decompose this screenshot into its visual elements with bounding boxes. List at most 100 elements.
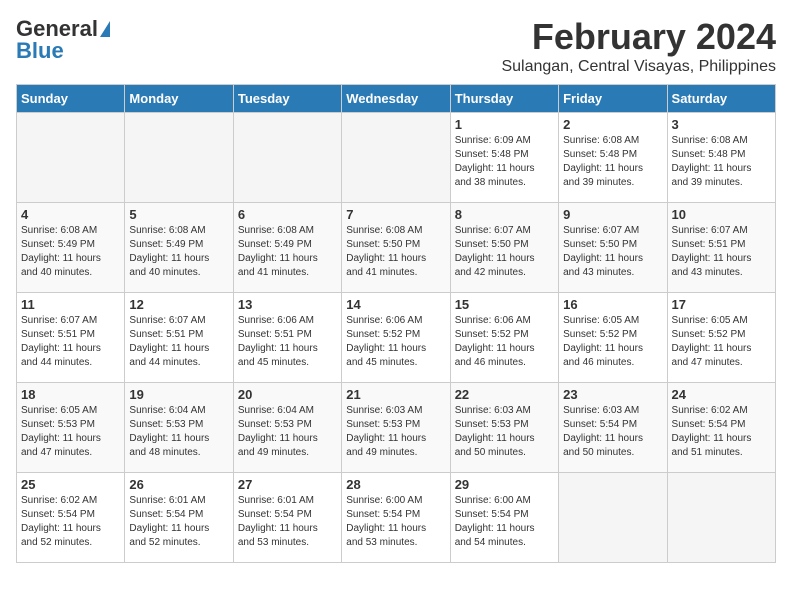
day-number: 17	[672, 297, 771, 312]
day-number: 1	[455, 117, 554, 132]
calendar-cell: 16 Sunrise: 6:05 AM Sunset: 5:52 PM Dayli…	[559, 293, 667, 383]
day-number: 25	[21, 477, 120, 492]
header-day-monday: Monday	[125, 85, 233, 113]
header-day-thursday: Thursday	[450, 85, 558, 113]
calendar-cell: 8 Sunrise: 6:07 AM Sunset: 5:50 PM Daylig…	[450, 203, 558, 293]
day-info: Sunrise: 6:07 AM Sunset: 5:51 PM Dayligh…	[672, 224, 771, 280]
calendar-cell: 20Sunrise: 6:04 AM Sunset: 5:53 PM Dayli…	[233, 383, 341, 473]
day-number: 29	[455, 477, 554, 492]
day-number: 9	[563, 207, 662, 222]
day-info: Sunrise: 6:03 AM Sunset: 5:53 PM Dayligh…	[346, 404, 445, 460]
calendar-cell: 12Sunrise: 6:07 AM Sunset: 5:51 PM Dayli…	[125, 293, 233, 383]
header-day-wednesday: Wednesday	[342, 85, 450, 113]
logo: General Blue	[16, 16, 110, 64]
day-number: 24	[672, 387, 771, 402]
day-number: 4	[21, 207, 120, 222]
calendar-cell: 9 Sunrise: 6:07 AM Sunset: 5:50 PM Daylig…	[559, 203, 667, 293]
day-number: 11	[21, 297, 120, 312]
calendar-cell: 13Sunrise: 6:06 AM Sunset: 5:51 PM Dayli…	[233, 293, 341, 383]
day-info: Sunrise: 6:06 AM Sunset: 5:52 PM Dayligh…	[455, 314, 554, 370]
day-number: 15	[455, 297, 554, 312]
calendar-cell: 26Sunrise: 6:01 AM Sunset: 5:54 PM Dayli…	[125, 473, 233, 563]
day-number: 14	[346, 297, 445, 312]
day-info: Sunrise: 6:01 AM Sunset: 5:54 PM Dayligh…	[129, 494, 228, 550]
day-info: Sunrise: 6:05 AM Sunset: 5:53 PM Dayligh…	[21, 404, 120, 460]
day-info: Sunrise: 6:08 AM Sunset: 5:50 PM Dayligh…	[346, 224, 445, 280]
header-day-friday: Friday	[559, 85, 667, 113]
day-info: Sunrise: 6:05 AM Sunset: 5:52 PM Dayligh…	[672, 314, 771, 370]
calendar-cell: 28 Sunrise: 6:00 AM Sunset: 5:54 PM Dayli…	[342, 473, 450, 563]
day-info: Sunrise: 6:08 AM Sunset: 5:48 PM Dayligh…	[672, 134, 771, 190]
calendar-cell: 11 Sunrise: 6:07 AM Sunset: 5:51 PM Dayli…	[17, 293, 125, 383]
header-day-tuesday: Tuesday	[233, 85, 341, 113]
calendar-cell	[233, 113, 341, 203]
day-number: 5	[129, 207, 228, 222]
header-day-saturday: Saturday	[667, 85, 775, 113]
day-info: Sunrise: 6:00 AM Sunset: 5:54 PM Dayligh…	[346, 494, 445, 550]
calendar-cell: 1 Sunrise: 6:09 AM Sunset: 5:48 PM Daylig…	[450, 113, 558, 203]
calendar-cell: 17 Sunrise: 6:05 AM Sunset: 5:52 PM Dayli…	[667, 293, 775, 383]
calendar-cell	[17, 113, 125, 203]
calendar-header-row: SundayMondayTuesdayWednesdayThursdayFrid…	[17, 85, 776, 113]
day-info: Sunrise: 6:03 AM Sunset: 5:53 PM Dayligh…	[455, 404, 554, 460]
day-number: 3	[672, 117, 771, 132]
day-info: Sunrise: 6:09 AM Sunset: 5:48 PM Dayligh…	[455, 134, 554, 190]
calendar-cell: 25 Sunrise: 6:02 AM Sunset: 5:54 PM Dayli…	[17, 473, 125, 563]
page-title: February 2024	[501, 16, 776, 58]
page-subtitle: Sulangan, Central Visayas, Philippines	[501, 58, 776, 76]
day-info: Sunrise: 6:02 AM Sunset: 5:54 PM Dayligh…	[21, 494, 120, 550]
calendar-cell: 10 Sunrise: 6:07 AM Sunset: 5:51 PM Dayli…	[667, 203, 775, 293]
calendar-cell: 14 Sunrise: 6:06 AM Sunset: 5:52 PM Dayli…	[342, 293, 450, 383]
calendar-week-row: 18 Sunrise: 6:05 AM Sunset: 5:53 PM Dayli…	[17, 383, 776, 473]
calendar-cell: 3 Sunrise: 6:08 AM Sunset: 5:48 PM Daylig…	[667, 113, 775, 203]
day-info: Sunrise: 6:04 AM Sunset: 5:53 PM Dayligh…	[129, 404, 228, 460]
calendar-cell: 2 Sunrise: 6:08 AM Sunset: 5:48 PM Daylig…	[559, 113, 667, 203]
calendar-cell	[667, 473, 775, 563]
day-number: 8	[455, 207, 554, 222]
day-info: Sunrise: 6:07 AM Sunset: 5:51 PM Dayligh…	[21, 314, 120, 370]
day-info: Sunrise: 6:08 AM Sunset: 5:48 PM Dayligh…	[563, 134, 662, 190]
calendar-cell: 4Sunrise: 6:08 AM Sunset: 5:49 PM Daylig…	[17, 203, 125, 293]
day-number: 13	[238, 297, 337, 312]
calendar-cell: 22Sunrise: 6:03 AM Sunset: 5:53 PM Dayli…	[450, 383, 558, 473]
calendar-cell: 6Sunrise: 6:08 AM Sunset: 5:49 PM Daylig…	[233, 203, 341, 293]
calendar-cell: 27Sunrise: 6:01 AM Sunset: 5:54 PM Dayli…	[233, 473, 341, 563]
day-info: Sunrise: 6:07 AM Sunset: 5:51 PM Dayligh…	[129, 314, 228, 370]
calendar-cell: 19Sunrise: 6:04 AM Sunset: 5:53 PM Dayli…	[125, 383, 233, 473]
calendar-cell	[342, 113, 450, 203]
logo-blue: Blue	[16, 38, 64, 64]
calendar-cell: 5 Sunrise: 6:08 AM Sunset: 5:49 PM Daylig…	[125, 203, 233, 293]
calendar-week-row: 25 Sunrise: 6:02 AM Sunset: 5:54 PM Dayli…	[17, 473, 776, 563]
day-number: 23	[563, 387, 662, 402]
calendar-cell	[559, 473, 667, 563]
day-info: Sunrise: 6:05 AM Sunset: 5:52 PM Dayligh…	[563, 314, 662, 370]
day-info: Sunrise: 6:04 AM Sunset: 5:53 PM Dayligh…	[238, 404, 337, 460]
day-info: Sunrise: 6:03 AM Sunset: 5:54 PM Dayligh…	[563, 404, 662, 460]
day-info: Sunrise: 6:06 AM Sunset: 5:52 PM Dayligh…	[346, 314, 445, 370]
day-number: 2	[563, 117, 662, 132]
day-number: 16	[563, 297, 662, 312]
header: General Blue February 2024 Sulangan, Cen…	[16, 16, 776, 76]
calendar-cell: 23 Sunrise: 6:03 AM Sunset: 5:54 PM Dayli…	[559, 383, 667, 473]
title-area: February 2024 Sulangan, Central Visayas,…	[501, 16, 776, 76]
day-number: 28	[346, 477, 445, 492]
calendar-week-row: 11 Sunrise: 6:07 AM Sunset: 5:51 PM Dayli…	[17, 293, 776, 383]
day-number: 21	[346, 387, 445, 402]
header-day-sunday: Sunday	[17, 85, 125, 113]
calendar-week-row: 4 Sunrise: 6:08 AM Sunset: 5:49 PM Daylig…	[17, 203, 776, 293]
day-info: Sunrise: 6:07 AM Sunset: 5:50 PM Dayligh…	[563, 224, 662, 280]
day-number: 6	[238, 207, 337, 222]
calendar-cell: 24 Sunrise: 6:02 AM Sunset: 5:54 PM Dayli…	[667, 383, 775, 473]
day-info: Sunrise: 6:07 AM Sunset: 5:50 PM Dayligh…	[455, 224, 554, 280]
day-number: 18	[21, 387, 120, 402]
day-info: Sunrise: 6:08 AM Sunset: 5:49 PM Dayligh…	[129, 224, 228, 280]
calendar-cell: 29 Sunrise: 6:00 AM Sunset: 5:54 PM Dayli…	[450, 473, 558, 563]
calendar-cell: 18 Sunrise: 6:05 AM Sunset: 5:53 PM Dayli…	[17, 383, 125, 473]
calendar-cell	[125, 113, 233, 203]
day-info: Sunrise: 6:01 AM Sunset: 5:54 PM Dayligh…	[238, 494, 337, 550]
day-number: 10	[672, 207, 771, 222]
calendar-table: SundayMondayTuesdayWednesdayThursdayFrid…	[16, 84, 776, 563]
calendar-week-row: 1 Sunrise: 6:09 AM Sunset: 5:48 PM Daylig…	[17, 113, 776, 203]
day-info: Sunrise: 6:00 AM Sunset: 5:54 PM Dayligh…	[455, 494, 554, 550]
day-info: Sunrise: 6:02 AM Sunset: 5:54 PM Dayligh…	[672, 404, 771, 460]
